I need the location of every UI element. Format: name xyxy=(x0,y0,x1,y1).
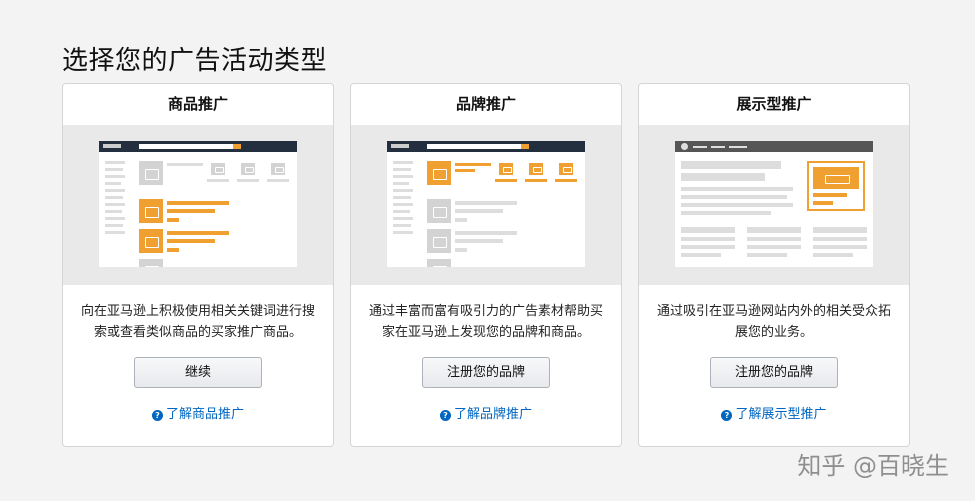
card-title: 品牌推广 xyxy=(455,95,516,113)
card-description: 通过丰富而富有吸引力的广告素材帮助买家在亚马逊上发现您的品牌和商品。 xyxy=(368,304,603,340)
card-description: 向在亚马逊上积极使用相关关键词进行搜索或查看类似商品的买家推广商品。 xyxy=(80,304,315,340)
sponsored-brands-illustration xyxy=(351,125,621,285)
card-sponsored-products: 商品推广 向在亚马逊上积极使用相关关键词进行搜索或查看类似商品的买家推广商品。 … xyxy=(62,83,334,447)
learn-more-link[interactable]: 了解展示型推广 xyxy=(735,407,826,422)
help-circle-icon: ? xyxy=(721,410,733,421)
help-circle-icon: ? xyxy=(151,410,163,421)
sponsored-products-illustration xyxy=(63,125,333,285)
card-description: 通过吸引在亚马逊网站内外的相关受众拓展您的业务。 xyxy=(656,304,891,340)
learn-more-sponsored-brands[interactable]: ? 了解品牌推广 xyxy=(351,403,621,422)
learn-more-link[interactable]: 了解商品推广 xyxy=(166,407,244,422)
learn-more-sponsored-products[interactable]: ? 了解商品推广 xyxy=(63,403,333,422)
sponsored-display-illustration xyxy=(639,125,909,285)
learn-more-sponsored-display[interactable]: ? 了解展示型推广 xyxy=(639,403,909,422)
watermark: 知乎 @百晓生 xyxy=(797,452,949,480)
register-brand-button[interactable]: 注册您的品牌 xyxy=(422,357,550,388)
help-circle-icon: ? xyxy=(439,410,451,421)
mock-screen xyxy=(99,141,297,267)
mock-screen xyxy=(675,141,873,267)
card-sponsored-brands: 品牌推广 通过丰富而富有吸引力的广告素材帮助买家在亚马逊上发现您的品牌和商品。 … xyxy=(350,83,622,447)
continue-button[interactable]: 继续 xyxy=(134,357,262,388)
page-title: 选择您的广告活动类型 xyxy=(62,46,328,76)
learn-more-link[interactable]: 了解品牌推广 xyxy=(454,407,532,422)
register-brand-button[interactable]: 注册您的品牌 xyxy=(710,357,838,388)
card-title: 商品推广 xyxy=(167,95,228,113)
mock-screen xyxy=(387,141,585,267)
card-title: 展示型推广 xyxy=(736,95,812,113)
card-sponsored-display: 展示型推广 通过吸引在亚马逊网站内外的相关受众拓展您的业务。 注册您的品牌 ? … xyxy=(638,83,910,447)
